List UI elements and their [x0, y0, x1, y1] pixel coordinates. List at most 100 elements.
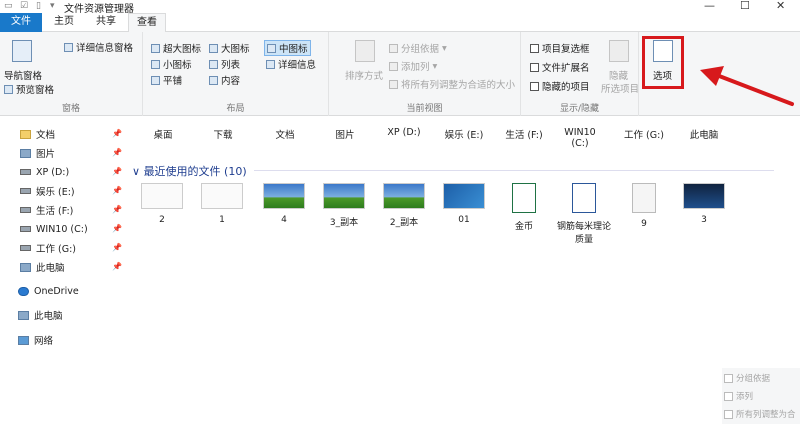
sort-by-button[interactable]: 排序方式 [345, 68, 383, 82]
quick-access-icon[interactable]: ▭ [4, 1, 13, 11]
drive-icon [20, 207, 31, 213]
layout-extra-large-icons[interactable]: 超大图标 [151, 41, 201, 55]
fit-columns-button[interactable]: 将所有列调整为合适的大小 [389, 77, 515, 91]
pin-icon[interactable]: 📌 [112, 243, 122, 252]
layout-list[interactable]: 列表 [209, 57, 240, 71]
maximize-button[interactable]: ☐ [740, 0, 750, 12]
small-icons-icon [151, 59, 160, 69]
tab-share[interactable]: 共享 [86, 13, 126, 32]
group-by-icon [389, 43, 398, 53]
file-thumbnail [383, 183, 425, 209]
pin-icon[interactable]: 📌 [112, 224, 122, 233]
file-thumbnail [141, 183, 183, 209]
recent-file-item[interactable]: 3 [674, 183, 734, 225]
minimize-button[interactable]: — [704, 0, 715, 12]
drive-icon [20, 226, 31, 232]
nav-item-network[interactable]: 网络 [18, 332, 53, 348]
drive-icon [20, 188, 31, 194]
nav-item-onedrive[interactable]: OneDrive [18, 283, 79, 299]
recent-file-item[interactable]: 4 [254, 183, 314, 225]
properties-icon[interactable]: ☑ [20, 1, 28, 11]
group-by-button[interactable]: 分组依据 ▾ [389, 41, 447, 55]
nav-pane-icon[interactable] [12, 40, 32, 62]
layout-label: 详细信息 [278, 60, 317, 71]
file-extensions-label: 文件扩展名 [542, 63, 590, 74]
title-bar: ▭ ☑ ▯ ▾ 文件资源管理器 — ☐ ✕ [0, 0, 800, 15]
customize-toolbar-icon[interactable]: ▾ [50, 1, 55, 11]
recent-file-item[interactable]: 2_副本 [374, 183, 434, 228]
recent-file-item[interactable]: 9 [614, 183, 674, 229]
tab-view[interactable]: 查看 [128, 13, 166, 33]
hide-selected-label-2[interactable]: 所选项目 [601, 81, 639, 95]
checkbox[interactable] [530, 43, 539, 53]
pinned-folder[interactable]: 下载 [198, 127, 248, 141]
file-name: 1 [219, 215, 225, 225]
nav-item-label: 生活 (F:) [36, 206, 74, 217]
pin-icon[interactable]: 📌 [112, 205, 122, 214]
item-checkboxes-toggle[interactable]: 项目复选框 [530, 41, 590, 55]
layout-tiles[interactable]: 平铺 [151, 73, 182, 87]
layout-content[interactable]: 内容 [209, 73, 240, 87]
layout-small-icons[interactable]: 小图标 [151, 57, 192, 71]
nav-item-documents[interactable]: 文档 [20, 126, 55, 142]
overlay-label: 所有列调整为合 [736, 410, 796, 420]
nav-item-drive-e[interactable]: 娱乐 (E:) [20, 183, 75, 199]
file-extensions-toggle[interactable]: 文件扩展名 [530, 60, 590, 74]
overlay-add-column: 添列 [724, 390, 753, 402]
pin-icon[interactable]: 📌 [112, 167, 122, 176]
panes-group: 导航窗格 预览窗格 详细信息窗格 窗格 [0, 32, 143, 116]
recent-file-item[interactable]: 01 [434, 183, 494, 225]
current-view-group: 排序方式 分组依据 ▾ 添加列 ▾ 将所有列调整为合适的大小 当前视图 [329, 32, 521, 116]
nav-item-drive-g[interactable]: 工作 (G:) [20, 240, 76, 256]
hidden-items-toggle[interactable]: 隐藏的项目 [530, 79, 590, 93]
pin-icon[interactable]: 📌 [112, 186, 122, 195]
layout-medium-icons[interactable]: 中图标 [264, 40, 311, 56]
recent-files-header[interactable]: ∨ 最近使用的文件 (10) [132, 163, 774, 179]
checkbox[interactable] [530, 62, 539, 72]
file-name: 2_副本 [389, 218, 419, 228]
tab-file[interactable]: 文件 [0, 13, 42, 32]
add-column-button[interactable]: 添加列 ▾ [389, 59, 437, 73]
nav-item-drive-c[interactable]: WIN10 (C:) [20, 221, 88, 237]
recent-file-item[interactable]: 金币 [494, 183, 554, 232]
checkbox[interactable] [530, 81, 539, 91]
layout-details[interactable]: 详细信息 [266, 57, 316, 71]
close-button[interactable]: ✕ [776, 0, 785, 12]
nav-item-drive-d[interactable]: XP (D:) [20, 164, 69, 180]
network-icon [18, 335, 29, 345]
pinned-folder[interactable]: 娱乐 (E:) [439, 127, 489, 141]
options-highlight-box [642, 36, 684, 89]
panes-group-label: 窗格 [61, 104, 80, 114]
new-folder-icon[interactable]: ▯ [36, 1, 41, 11]
nav-item-this-pc[interactable]: 此电脑 [18, 307, 63, 323]
pinned-folder[interactable]: 此电脑 [679, 127, 729, 141]
drive-icon [20, 245, 31, 251]
show-hide-group: 项目复选框 文件扩展名 隐藏的项目 隐藏 所选项目 显示/隐藏 [521, 32, 639, 116]
pinned-folder[interactable]: 工作 (G:) [619, 127, 669, 141]
recent-file-item[interactable]: 钢筋每米理论质量 [554, 183, 614, 245]
nav-pane-button[interactable]: 导航窗格 [4, 68, 42, 82]
pin-icon[interactable]: 📌 [112, 262, 122, 271]
pinned-folder[interactable]: WIN10 (C:) [560, 127, 600, 149]
file-thumbnail [201, 183, 243, 209]
pinned-folder[interactable]: XP (D:) [379, 127, 429, 138]
layout-large-icons[interactable]: 大图标 [209, 41, 250, 55]
nav-item-drive-f[interactable]: 生活 (F:) [20, 202, 73, 218]
pin-icon[interactable]: 📌 [112, 129, 122, 138]
recent-file-item[interactable]: 1 [192, 183, 252, 225]
recent-file-item[interactable]: 3_副本 [314, 183, 374, 228]
tab-home[interactable]: 主页 [44, 13, 84, 32]
pinned-folder[interactable]: 图片 [320, 127, 370, 141]
preview-pane-icon [4, 84, 13, 94]
pinned-folder[interactable]: 生活 (F:) [499, 127, 549, 141]
preview-pane-button[interactable]: 预览窗格 [4, 82, 54, 96]
details-pane-button[interactable]: 详细信息窗格 [64, 40, 133, 54]
recent-file-item[interactable]: 2 [132, 183, 192, 225]
hide-selected-label-1[interactable]: 隐藏 [609, 68, 628, 82]
pinned-folder[interactable]: 文档 [260, 127, 310, 141]
nav-item-pictures[interactable]: 图片 [20, 145, 55, 161]
list-icon [209, 59, 218, 69]
nav-item-this-pc-pinned[interactable]: 此电脑 [20, 259, 65, 275]
pin-icon[interactable]: 📌 [112, 148, 122, 157]
pinned-folder[interactable]: 桌面 [138, 127, 188, 141]
